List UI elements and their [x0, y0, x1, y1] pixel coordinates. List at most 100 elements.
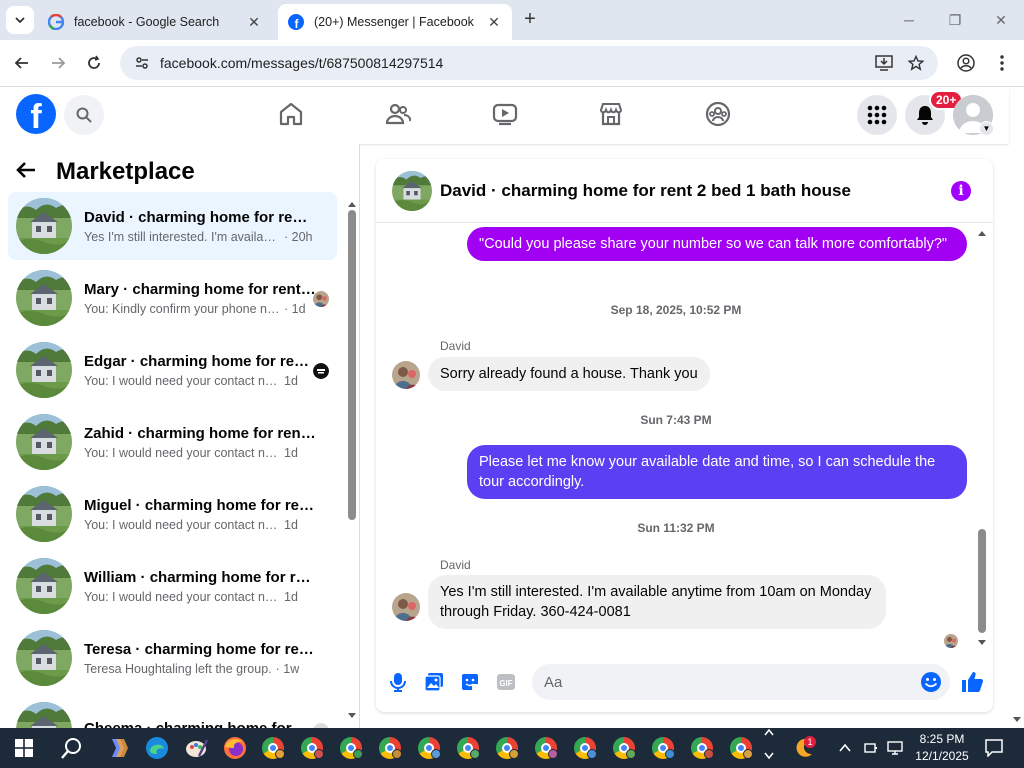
search-icon: [76, 107, 92, 123]
message-input[interactable]: [532, 664, 950, 700]
chrome-profile-icon[interactable]: [262, 737, 285, 759]
info-icon[interactable]: i: [951, 181, 971, 201]
close-window-button[interactable]: ✕: [986, 8, 1016, 32]
facebook-favicon-icon: f: [288, 14, 304, 30]
groups-nav-icon[interactable]: [704, 100, 732, 128]
conversation-item[interactable]: William · charming home for rent 2 bed 1…: [8, 552, 337, 620]
outgoing-message[interactable]: Please let me know your available date a…: [467, 445, 967, 499]
chrome-profile-icon[interactable]: [457, 737, 480, 759]
copilot-icon[interactable]: [104, 734, 132, 762]
chrome-profile-icon[interactable]: [613, 737, 636, 759]
conversation-item[interactable]: David · charming home for rent 2 bed 1 b…: [8, 192, 337, 260]
back-arrow-icon[interactable]: [16, 159, 46, 185]
sticker-icon[interactable]: [459, 671, 481, 693]
conversation-preview: You: I would need your contact number: [84, 589, 280, 604]
gif-icon[interactable]: GIF: [495, 671, 517, 693]
marketplace-nav-icon[interactable]: [597, 100, 625, 128]
minimize-button[interactable]: ─: [894, 8, 924, 32]
profile-icon[interactable]: [956, 53, 976, 73]
listing-thumbnail: [16, 630, 72, 686]
microphone-icon[interactable]: [387, 671, 409, 693]
chrome-profile-icon[interactable]: [730, 737, 753, 759]
sidebar-scroll-thumb[interactable]: [348, 210, 356, 520]
browser-tab-messenger[interactable]: f (20+) Messenger | Facebook ✕: [278, 4, 512, 40]
install-app-icon[interactable]: [874, 53, 894, 73]
forward-button[interactable]: [45, 50, 71, 76]
close-tab-icon[interactable]: ✕: [486, 14, 502, 31]
home-nav-icon[interactable]: [277, 100, 305, 128]
facebook-search-button[interactable]: [64, 95, 104, 135]
photo-icon[interactable]: [423, 671, 445, 693]
taskbar-clock[interactable]: 8:25 PM 12/1/2025: [912, 731, 972, 765]
incoming-message[interactable]: Sorry already found a house. Thank you: [428, 357, 710, 391]
windows-start-icon[interactable]: [10, 734, 38, 762]
conversation-item[interactable]: Mary · charming home for rent 2 bed 1 ba…: [8, 264, 337, 332]
conversation-item[interactable]: Miguel · charming home for rent 2 bed 1 …: [8, 480, 337, 548]
message-timestamp: Sun 7:43 PM: [640, 413, 712, 427]
conversation-item[interactable]: Cheema · charming home for rent 2 bed 1 …: [8, 696, 337, 728]
facebook-logo-icon[interactable]: f: [16, 94, 56, 134]
show-hidden-icons-chevron-icon[interactable]: [835, 734, 855, 762]
taskbar-search-icon[interactable]: [58, 734, 86, 762]
conversation-item[interactable]: Zahid · charming home for rent 2 bed 1 b…: [8, 408, 337, 476]
conversation-text: Teresa · charming home for rent 2 bed 1 …: [84, 641, 316, 676]
bookmark-star-icon[interactable]: [906, 53, 926, 73]
new-tab-button[interactable]: +: [518, 8, 542, 32]
arrow-right-icon: [52, 57, 66, 69]
back-button[interactable]: [9, 50, 35, 76]
friends-nav-icon[interactable]: [384, 100, 412, 128]
sidebar-scrollbar[interactable]: [347, 200, 357, 720]
conversation-item[interactable]: Teresa · charming home for rent 2 bed 1 …: [8, 624, 337, 692]
facebook-top-nav: f 20+ ▼: [0, 88, 1009, 144]
conversation-name: Cheema · charming home for rent 2 bed 1 …: [84, 719, 316, 729]
thumbs-up-icon[interactable]: [959, 669, 985, 695]
conversation-time: · 1d: [284, 301, 306, 316]
browser-tab-google[interactable]: facebook - Google Search ✕: [38, 4, 272, 40]
network-icon[interactable]: [885, 734, 905, 762]
edge-icon[interactable]: [143, 734, 171, 762]
tab-title: facebook - Google Search: [74, 15, 220, 29]
chrome-profile-icon[interactable]: [301, 737, 324, 759]
listing-thumbnail: [16, 702, 72, 728]
close-tab-icon[interactable]: ✕: [246, 14, 262, 31]
chat-scroll-thumb[interactable]: [978, 529, 986, 633]
sender-avatar[interactable]: [392, 361, 420, 389]
chrome-profile-icon[interactable]: [340, 737, 363, 759]
reload-button[interactable]: [81, 50, 107, 76]
outgoing-message[interactable]: "Could you please share your number so w…: [467, 227, 967, 261]
incoming-message[interactable]: Yes I'm still interested. I'm available …: [428, 575, 886, 629]
chrome-profile-icon[interactable]: [379, 737, 402, 759]
address-bar[interactable]: facebook.com/messages/t/687500814297514: [120, 46, 938, 80]
chrome-profile-icon[interactable]: [418, 737, 441, 759]
chrome-profile-icon[interactable]: [652, 737, 675, 759]
chrome-profile-icon[interactable]: [691, 737, 714, 759]
conversation-text: Cheema · charming home for rent 2 bed 1 …: [84, 720, 316, 729]
account-chevron-down-icon[interactable]: ▼: [979, 121, 994, 136]
tab-search-dropdown[interactable]: [6, 6, 34, 34]
page-scrollbar[interactable]: [1009, 144, 1024, 728]
site-settings-icon[interactable]: [134, 55, 150, 71]
conversation-item[interactable]: Edgar · charming home for rent 2 bed 1 b…: [8, 336, 337, 404]
menu-grid-button[interactable]: [857, 95, 897, 135]
sender-name: David: [440, 339, 471, 353]
emoji-icon[interactable]: [920, 671, 942, 693]
chat-header[interactable]: David · charming home for rent 2 bed 1 b…: [376, 159, 993, 223]
firefox-icon[interactable]: [221, 734, 249, 762]
browser-menu-icon[interactable]: [992, 53, 1012, 73]
chrome-profile-icon[interactable]: [496, 737, 519, 759]
conversation-text: Miguel · charming home for rent 2 bed 1 …: [84, 497, 316, 532]
svg-text:GIF: GIF: [499, 679, 512, 688]
restore-button[interactable]: ❐: [940, 8, 970, 32]
battery-icon[interactable]: [862, 734, 882, 762]
conversation-preview-row: You: I would need your contact number 1d: [84, 518, 316, 532]
notification-center-icon[interactable]: [980, 734, 1008, 762]
taskbar-overflow-chevron-icon[interactable]: [762, 728, 776, 760]
paint-app-icon[interactable]: [183, 734, 211, 762]
sender-avatar[interactable]: [392, 593, 420, 621]
video-nav-icon[interactable]: [491, 100, 519, 128]
chrome-profile-icon[interactable]: [574, 737, 597, 759]
chrome-profile-icon[interactable]: [535, 737, 558, 759]
conversation-time: 1d: [284, 589, 298, 604]
conversation-time: 1d: [284, 445, 298, 460]
chat-scrollbar[interactable]: [977, 229, 987, 647]
